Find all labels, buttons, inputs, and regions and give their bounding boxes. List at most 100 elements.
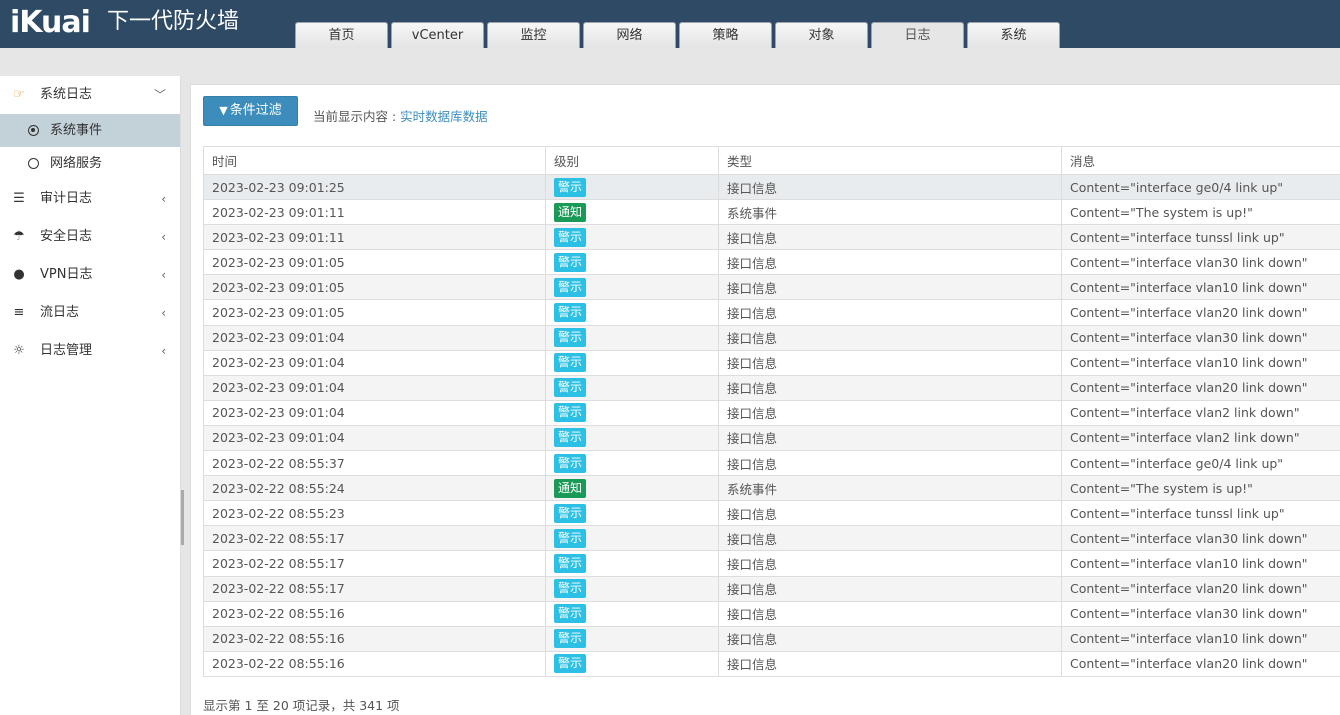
hand-pointer-icon: ☞ — [13, 87, 25, 102]
cell-message: Content="interface vlan20 link down" — [1061, 575, 1340, 602]
table-row[interactable]: 2023-02-22 08:55:16 警示 接口信息 Content="interf… — [203, 650, 1340, 677]
cell-type: 接口信息 — [718, 525, 1062, 552]
sidebar-item-label: 审计日志 — [40, 191, 93, 206]
cell-type: 接口信息 — [718, 249, 1062, 276]
table-header-row: 时间 级别 类型 消息 — [203, 146, 1340, 175]
cell-type: 接口信息 — [718, 575, 1062, 602]
cell-type: 接口信息 — [718, 600, 1062, 627]
chevron-left-icon: ‹ — [161, 344, 166, 358]
cell-message: Content="interface vlan2 link down" — [1061, 399, 1340, 426]
sliders-icon: ≡ — [13, 305, 25, 320]
sidebar-item-log-management[interactable]: ☼ 日志管理 ‹ — [0, 332, 180, 370]
table-row[interactable]: 2023-02-22 08:55:37 警示 接口信息 Content="interf… — [203, 450, 1340, 477]
sub-header-bar — [0, 48, 1340, 76]
level-badge: 警示 — [554, 629, 587, 649]
cell-level: 警示 — [545, 525, 719, 552]
table-row[interactable]: 2023-02-22 08:55:23 警示 接口信息 Content="interf… — [203, 500, 1340, 527]
cell-type: 接口信息 — [718, 324, 1062, 351]
cell-message: Content="interface vlan20 link down" — [1061, 374, 1340, 401]
cell-level: 警示 — [545, 299, 719, 326]
cell-type: 接口信息 — [718, 274, 1062, 301]
sidebar-item-vpn-log[interactable]: ● VPN日志 ‹ — [0, 256, 180, 294]
table-row[interactable]: 2023-02-22 08:55:16 警示 接口信息 Content="interf… — [203, 625, 1340, 652]
level-badge: 警示 — [554, 428, 587, 448]
column-header-message[interactable]: 消息 — [1061, 146, 1340, 175]
sidebar-item-flow-log[interactable]: ≡ 流日志 ‹ — [0, 294, 180, 332]
radio-icon — [28, 125, 39, 136]
sidebar-subitem-label: 网络服务 — [50, 156, 103, 171]
table-row[interactable]: 2023-02-23 09:01:11 警示 接口信息 Content="interf… — [203, 224, 1340, 251]
tab-policy[interactable]: 策略 — [679, 22, 772, 48]
sidebar-item-audit-log[interactable]: ☰ 审计日志 ‹ — [0, 180, 180, 218]
tab-monitor[interactable]: 监控 — [487, 22, 580, 48]
level-badge: 通知 — [554, 478, 587, 498]
column-header-level[interactable]: 级别 — [545, 146, 719, 175]
column-header-time[interactable]: 时间 — [203, 146, 546, 175]
cell-type: 接口信息 — [718, 374, 1062, 401]
table-row[interactable]: 2023-02-23 09:01:11 通知 系统事件 Content="The sy… — [203, 199, 1340, 226]
sidebar-subitem-label: 系统事件 — [50, 123, 103, 138]
cell-type: 接口信息 — [718, 625, 1062, 652]
cell-level: 警示 — [545, 249, 719, 276]
table-row[interactable]: 2023-02-22 08:55:17 警示 接口信息 Content="interf… — [203, 575, 1340, 602]
table-row[interactable]: 2023-02-22 08:55:16 警示 接口信息 Content="interf… — [203, 600, 1340, 627]
sidebar-item-label: VPN日志 — [40, 267, 93, 282]
cell-type: 接口信息 — [718, 173, 1062, 201]
column-header-type[interactable]: 类型 — [718, 146, 1062, 175]
current-display-info: 当前显示内容 : 实时数据库数据 — [313, 106, 488, 125]
cell-level: 警示 — [545, 600, 719, 627]
sidebar-item-security-log[interactable]: ☂ 安全日志 ‹ — [0, 218, 180, 256]
level-badge: 警示 — [554, 328, 587, 348]
cell-time: 2023-02-22 08:55:23 — [203, 500, 546, 527]
tab-vcenter[interactable]: vCenter — [391, 22, 484, 48]
level-badge: 警示 — [554, 654, 587, 674]
cell-message: Content="interface vlan10 link down" — [1061, 274, 1340, 301]
cell-type: 接口信息 — [718, 349, 1062, 376]
sidebar-item-system-log[interactable]: ☞ 系统日志 ﹀ — [0, 76, 180, 114]
umbrella-icon: ☂ — [13, 229, 25, 244]
tab-log[interactable]: 日志 — [871, 22, 964, 48]
table-row[interactable]: 2023-02-23 09:01:04 警示 接口信息 Content="interf… — [203, 424, 1340, 452]
cell-type: 系统事件 — [718, 475, 1062, 502]
table-row[interactable]: 2023-02-23 09:01:04 警示 接口信息 Content="interf… — [203, 399, 1340, 426]
cell-level: 警示 — [545, 399, 719, 426]
ikuai-logo: iKuai — [10, 5, 91, 40]
table-row[interactable]: 2023-02-23 09:01:25 警示 接口信息 Content="interf… — [203, 173, 1340, 201]
cell-type: 系统事件 — [718, 199, 1062, 226]
table-row[interactable]: 2023-02-23 09:01:05 警示 接口信息 Content="interf… — [203, 249, 1340, 276]
level-badge: 通知 — [554, 202, 587, 222]
tab-home[interactable]: 首页 — [295, 22, 388, 48]
cell-time: 2023-02-22 08:55:17 — [203, 550, 546, 577]
cell-time: 2023-02-23 09:01:04 — [203, 424, 546, 452]
level-badge: 警示 — [554, 227, 587, 247]
table-row[interactable]: 2023-02-22 08:55:24 通知 系统事件 Content="The sy… — [203, 475, 1340, 502]
cell-time: 2023-02-23 09:01:05 — [203, 299, 546, 326]
table-row[interactable]: 2023-02-23 09:01:04 警示 接口信息 Content="interf… — [203, 324, 1340, 351]
table-row[interactable]: 2023-02-23 09:01:04 警示 接口信息 Content="interf… — [203, 374, 1340, 401]
table-row[interactable]: 2023-02-22 08:55:17 警示 接口信息 Content="interf… — [203, 550, 1340, 577]
sidebar: ☞ 系统日志 ﹀ 系统事件 网络服务 ☰ 审计日志 ‹ ☂ 安全日志 ‹ ● V… — [0, 76, 181, 715]
chevron-left-icon: ‹ — [161, 192, 166, 206]
cell-time: 2023-02-23 09:01:11 — [203, 199, 546, 226]
table-row[interactable]: 2023-02-23 09:01:04 警示 接口信息 Content="interf… — [203, 349, 1340, 376]
gear-icon: ☼ — [13, 343, 25, 358]
cell-type: 接口信息 — [718, 224, 1062, 251]
table-row[interactable]: 2023-02-23 09:01:05 警示 接口信息 Content="interf… — [203, 274, 1340, 301]
level-badge: 警示 — [554, 403, 587, 423]
sidebar-resize-handle[interactable] — [181, 490, 184, 545]
cell-time: 2023-02-23 09:01:05 — [203, 274, 546, 301]
cell-time: 2023-02-23 09:01:11 — [203, 224, 546, 251]
filter-button[interactable]: ▼ 条件过滤 — [203, 96, 298, 126]
cell-message: Content="interface vlan10 link down" — [1061, 550, 1340, 577]
tab-system[interactable]: 系统 — [967, 22, 1060, 48]
cell-type: 接口信息 — [718, 500, 1062, 527]
filter-button-label: 条件过滤 — [229, 103, 282, 118]
sidebar-subitem-network-service[interactable]: 网络服务 — [0, 147, 180, 180]
cell-message: Content="interface ge0/4 link up" — [1061, 450, 1340, 477]
current-display-source-link[interactable]: 实时数据库数据 — [400, 109, 488, 124]
tab-object[interactable]: 对象 — [775, 22, 868, 48]
table-row[interactable]: 2023-02-22 08:55:17 警示 接口信息 Content="interf… — [203, 525, 1340, 552]
tab-network[interactable]: 网络 — [583, 22, 676, 48]
table-row[interactable]: 2023-02-23 09:01:05 警示 接口信息 Content="interf… — [203, 299, 1340, 326]
sidebar-subitem-system-events[interactable]: 系统事件 — [0, 114, 180, 147]
